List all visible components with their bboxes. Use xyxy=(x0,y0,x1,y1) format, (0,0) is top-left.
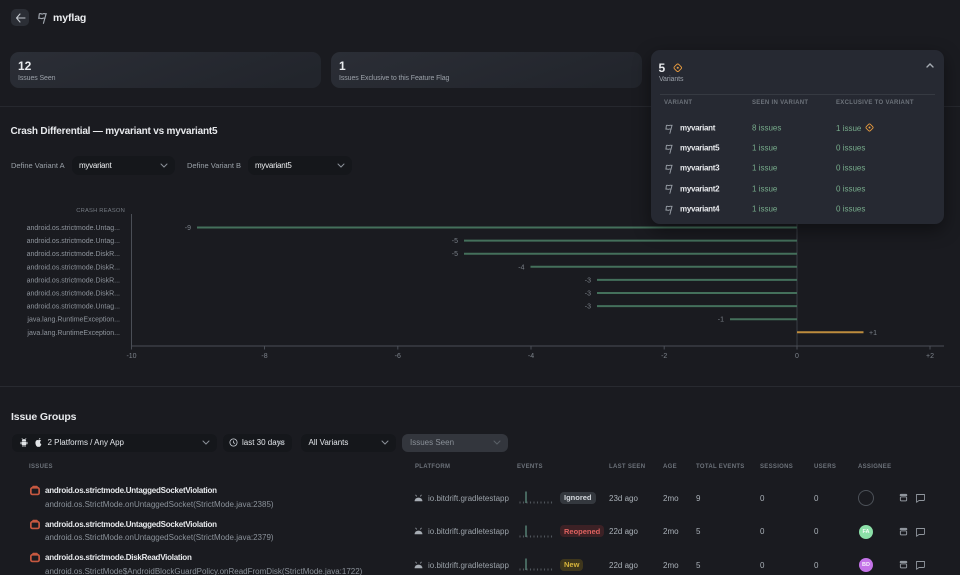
svg-text:-4: -4 xyxy=(528,353,534,360)
svg-text:android.os.strictmode.Untag...: android.os.strictmode.Untag... xyxy=(27,304,120,311)
svg-text:android.os.strictmode.DiskR...: android.os.strictmode.DiskR... xyxy=(27,277,120,284)
svg-text:-6: -6 xyxy=(395,353,401,360)
svg-text:-8: -8 xyxy=(261,353,267,360)
svg-text:android.os.strictmode.DiskR...: android.os.strictmode.DiskR... xyxy=(27,264,120,271)
svg-text:-10: -10 xyxy=(126,353,136,360)
svg-text:+1: +1 xyxy=(869,330,877,337)
svg-text:android.os.strictmode.Untag...: android.os.strictmode.Untag... xyxy=(27,225,120,232)
svg-text:-3: -3 xyxy=(585,304,591,311)
svg-text:0: 0 xyxy=(795,353,799,360)
svg-text:-9: -9 xyxy=(185,225,191,232)
svg-text:android.os.strictmode.DiskR...: android.os.strictmode.DiskR... xyxy=(27,291,120,298)
svg-text:-3: -3 xyxy=(585,277,591,284)
svg-text:java.lang.RuntimeException...: java.lang.RuntimeException... xyxy=(26,330,120,337)
svg-text:android.os.strictmode.Untag...: android.os.strictmode.Untag... xyxy=(27,238,120,245)
svg-text:-4: -4 xyxy=(518,264,524,271)
svg-text:-5: -5 xyxy=(452,251,458,258)
svg-text:-1: -1 xyxy=(718,317,724,324)
svg-text:CRASH REASON: CRASH REASON xyxy=(76,208,125,214)
svg-text:android.os.strictmode.DiskR...: android.os.strictmode.DiskR... xyxy=(27,251,120,258)
svg-text:-3: -3 xyxy=(585,291,591,298)
svg-text:-5: -5 xyxy=(452,238,458,245)
svg-text:-2: -2 xyxy=(661,353,667,360)
svg-text:java.lang.RuntimeException...: java.lang.RuntimeException... xyxy=(26,317,120,324)
svg-text:+2: +2 xyxy=(926,353,934,360)
